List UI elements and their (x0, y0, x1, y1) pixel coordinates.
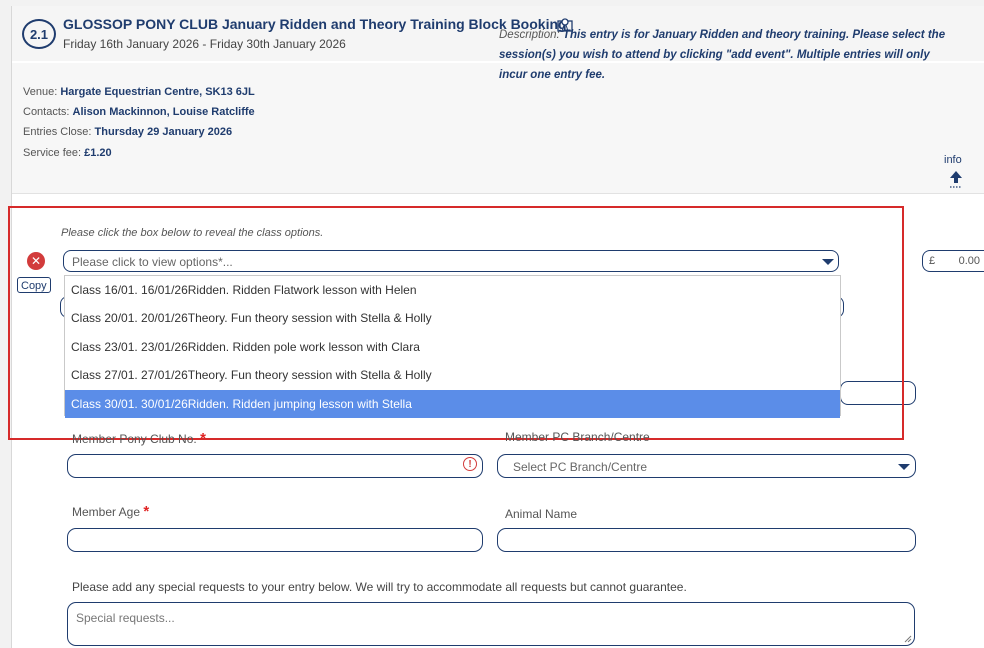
venue-value: Hargate Equestrian Centre, SK13 6JL (60, 86, 255, 98)
special-requests-textarea[interactable]: Special requests... (67, 602, 915, 646)
member-no-input[interactable] (67, 454, 483, 478)
special-requests-note: Please add any special requests to your … (72, 580, 687, 594)
description-text: This entry is for January Ridden and the… (499, 29, 946, 81)
member-age-label: Member Age * (72, 503, 149, 520)
description-label: Description: (499, 29, 563, 41)
class-option-highlighted[interactable]: Class 30/01. 30/01/26Ridden. Ridden jump… (65, 389, 840, 418)
error-close-icon[interactable]: ✕ (27, 252, 45, 270)
member-age-label-text: Member Age (72, 505, 141, 519)
event-dates: Friday 16th January 2026 - Friday 30th J… (63, 37, 346, 51)
special-requests-placeholder: Special requests... (76, 611, 175, 625)
member-no-label: Member Pony Club No. * (72, 430, 206, 447)
arrow-up-icon[interactable] (949, 170, 963, 190)
service-fee-label: Service fee: (23, 147, 85, 159)
member-no-label-text: Member Pony Club No. (72, 432, 197, 446)
service-fee-value: £1.20 (84, 147, 112, 159)
event-description: Description: This entry is for January R… (499, 25, 959, 85)
entries-close-value: Thursday 29 January 2026 (94, 126, 233, 138)
chevron-down-icon[interactable] (822, 259, 834, 265)
member-age-input[interactable] (67, 528, 483, 552)
chevron-down-icon[interactable] (898, 464, 910, 470)
event-title: GLOSSOP PONY CLUB January Ridden and The… (63, 16, 567, 32)
service-fee-line: Service fee: £1.20 (23, 147, 112, 159)
required-mark: * (143, 503, 150, 520)
class-options-hint: Please click the box below to reveal the… (61, 227, 324, 239)
class-option[interactable]: Class 27/01. 27/01/26Theory. Fun theory … (65, 361, 840, 389)
obscured-field-right[interactable] (840, 381, 916, 405)
entry-price-value: 0.00 (958, 255, 980, 267)
branch-label: Member PC Branch/Centre (505, 430, 650, 444)
class-option[interactable]: Class 16/01. 16/01/26Ridden. Ridden Flat… (65, 276, 840, 304)
contacts-value: Alison Mackinnon, Louise Ratcliffe (72, 106, 255, 118)
required-mark: * (200, 430, 206, 447)
venue-line: Venue: Hargate Equestrian Centre, SK13 6… (23, 86, 255, 98)
animal-name-input[interactable] (497, 528, 916, 552)
class-select[interactable]: Please click to view options*... (63, 250, 839, 272)
info-link[interactable]: info (944, 154, 962, 166)
currency-symbol: £ (929, 255, 936, 267)
contacts-label: Contacts: (23, 106, 73, 118)
class-option[interactable]: Class 20/01. 20/01/26Theory. Fun theory … (65, 304, 840, 332)
warning-icon: ! (463, 457, 477, 471)
class-select-placeholder: Please click to view options*... (72, 255, 233, 269)
entries-close-label: Entries Close: (23, 126, 95, 138)
venue-label: Venue: (23, 86, 61, 98)
resize-grip-icon[interactable] (904, 635, 912, 643)
class-option[interactable]: Class 23/01. 23/01/26Ridden. Ridden pole… (65, 333, 840, 361)
contacts-line: Contacts: Alison Mackinnon, Louise Ratcl… (23, 106, 255, 118)
animal-name-label: Animal Name (505, 507, 578, 521)
branch-select[interactable]: Select PC Branch/Centre (497, 454, 916, 478)
class-options-list[interactable]: Class 16/01. 16/01/26Ridden. Ridden Flat… (64, 275, 841, 418)
branch-select-placeholder: Select PC Branch/Centre (513, 460, 648, 474)
entries-close-line: Entries Close: Thursday 29 January 2026 (23, 126, 232, 138)
copy-button[interactable]: Copy (17, 277, 51, 293)
entry-price-field: £ 0.00 (922, 250, 984, 272)
event-number-badge: 2.1 (22, 19, 56, 49)
